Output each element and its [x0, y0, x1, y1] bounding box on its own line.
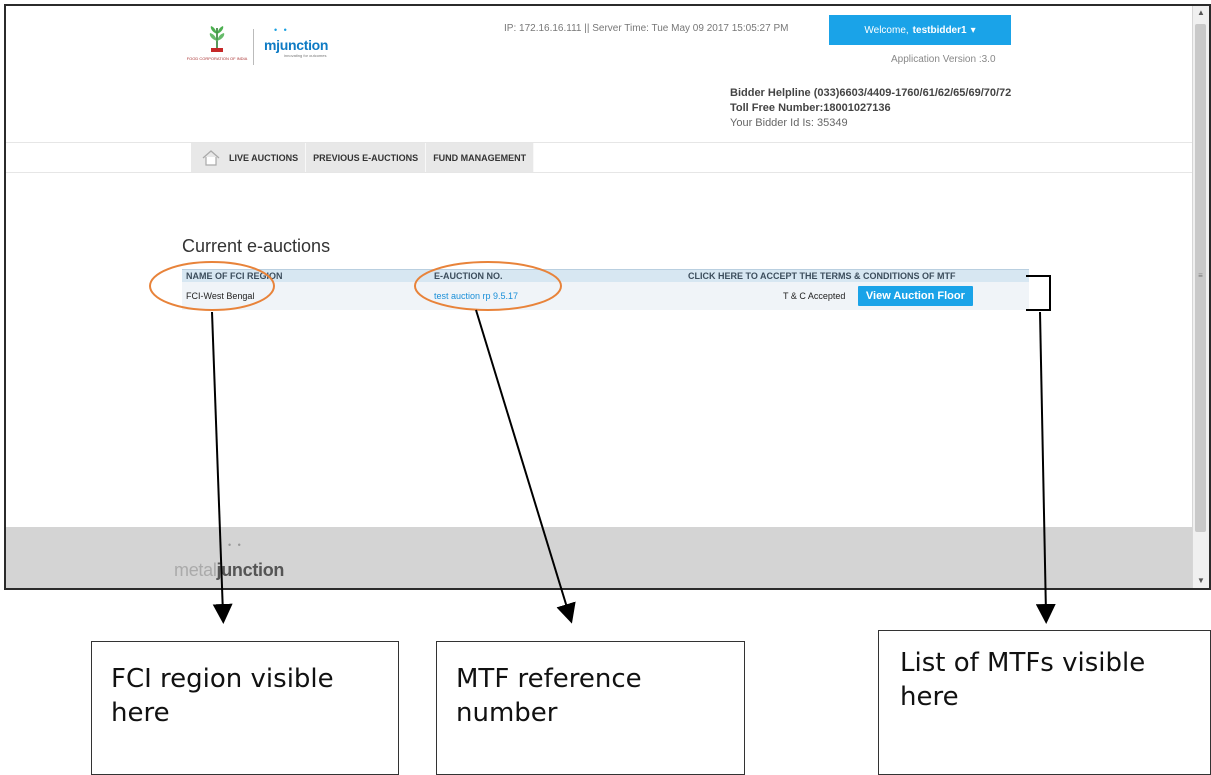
footer: • • metaljunction — [6, 527, 1196, 588]
tc-status: T & C Accepted — [783, 291, 846, 301]
scroll-down-icon[interactable]: ▼ — [1193, 574, 1209, 588]
welcome-prefix: Welcome, — [864, 24, 909, 36]
helpline-block: Bidder Helpline (033)6603/4409-1760/61/6… — [730, 86, 1011, 131]
mjunction-logo: • • mjunction innovating for outcomes — [264, 25, 329, 58]
table-row: FCI-West Bengal test auction rp 9.5.17 T… — [182, 282, 1029, 310]
nav-live-auctions[interactable]: LIVE AUCTIONS — [191, 143, 307, 172]
welcome-username: testbidder1 — [912, 24, 967, 36]
region-note-box: FCI region visible here — [91, 641, 399, 775]
home-icon — [201, 149, 221, 167]
mtf-note-box: MTF reference number — [436, 641, 745, 775]
metaljunction-logo: metaljunction — [174, 560, 284, 581]
fci-logo-text: FOOD CORPORATION OF INDIA — [186, 56, 248, 61]
terms-cell: T & C Accepted View Auction Floor — [684, 282, 1029, 310]
column-header-region: NAME OF FCI REGION — [182, 269, 430, 282]
scroll-up-icon[interactable]: ▲ — [1193, 6, 1209, 20]
nav-divider-bottom — [6, 172, 1196, 173]
bidder-helpline: Bidder Helpline (033)6603/4409-1760/61/6… — [730, 87, 1012, 99]
nav-divider-top — [6, 142, 1196, 143]
vertical-scrollbar[interactable]: ▲ ≡ ▼ — [1192, 6, 1209, 588]
bidder-id: Your Bidder Id Is: 35349 — [730, 117, 848, 129]
nav-fund-management[interactable]: FUND MANAGEMENT — [426, 143, 535, 172]
footer-logo-light: metal — [174, 560, 217, 580]
server-info: IP: 172.16.16.111 || Server Time: Tue Ma… — [504, 23, 789, 34]
toll-free-number: Toll Free Number:18001027136 — [730, 102, 891, 114]
region-cell: FCI-West Bengal — [182, 282, 430, 310]
footer-logo-bold: junction — [216, 560, 285, 580]
view-auction-floor-button[interactable]: View Auction Floor — [857, 286, 973, 306]
auction-table: NAME OF FCI REGION E-AUCTION NO. CLICK H… — [182, 269, 1029, 310]
nav-previous-auctions[interactable]: PREVIOUS E-AUCTIONS — [306, 143, 427, 172]
browser-window: FOOD CORPORATION OF INDIA • • mjunction … — [4, 4, 1211, 590]
logo-area: FOOD CORPORATION OF INDIA • • mjunction … — [187, 24, 329, 70]
mjunction-logo-word: mjunction — [264, 36, 329, 53]
column-header-terms: CLICK HERE TO ACCEPT THE TERMS & CONDITI… — [684, 269, 1029, 282]
nav-live-auctions-label: LIVE AUCTIONS — [229, 152, 299, 163]
page-title: Current e-auctions — [182, 236, 331, 256]
column-header-auction-no: E-AUCTION NO. — [430, 269, 684, 282]
scroll-grip-icon: ≡ — [1198, 271, 1203, 280]
user-menu-button[interactable]: Welcome, testbidder1 ▾ — [829, 15, 1011, 45]
caret-down-icon: ▾ — [970, 24, 976, 36]
mjunction-logo-tagline: innovating for outcomes — [284, 52, 327, 58]
logo-dots-icon: • • — [274, 24, 289, 35]
list-note-box: List of MTFs visible here — [878, 630, 1211, 775]
fci-logo: FOOD CORPORATION OF INDIA — [187, 24, 247, 70]
app-version: Application Version :3.0 — [891, 54, 996, 65]
main-nav: LIVE AUCTIONS PREVIOUS E-AUCTIONS FUND M… — [191, 143, 535, 172]
auction-number-link[interactable]: test auction rp 9.5.17 — [430, 282, 684, 310]
logo-divider — [253, 29, 254, 65]
footer-logo-dots-icon: • • — [228, 540, 243, 550]
table-header-row: NAME OF FCI REGION E-AUCTION NO. CLICK H… — [182, 269, 1029, 282]
wheat-icon — [209, 26, 225, 52]
